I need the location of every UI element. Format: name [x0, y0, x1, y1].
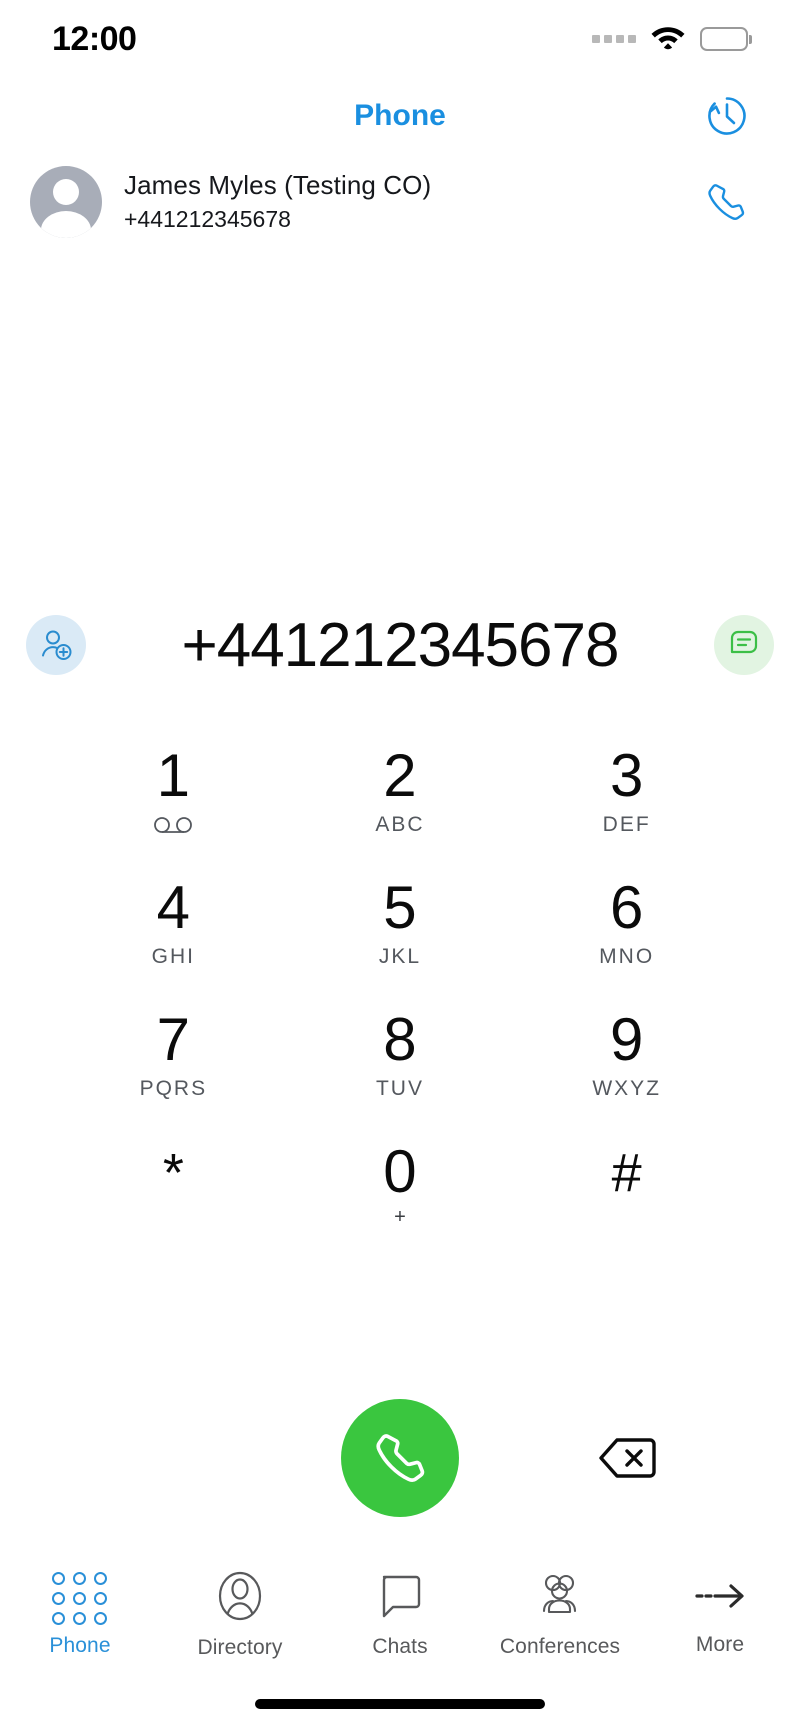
dialpad-key-1[interactable]: 1 — [60, 736, 287, 868]
contact-details: James Myles (Testing CO) +441212345678 — [124, 169, 698, 235]
dialpad-key-star-digit: * — [162, 1143, 184, 1203]
dialpad-key-3-digit: 3 — [609, 742, 644, 809]
home-indicator — [255, 1699, 545, 1709]
tab-phone-label: Phone — [49, 1634, 111, 1657]
dialpad-key-9-digit: 9 — [609, 1006, 644, 1073]
voicemail-icon — [151, 816, 195, 839]
dialpad-key-6-letters: MNO — [599, 945, 655, 968]
dialpad-key-2-letters: ABC — [375, 813, 425, 836]
tab-phone[interactable]: Phone — [0, 1572, 160, 1658]
dialpad-key-7-letters: PQRS — [139, 1077, 208, 1100]
dialpad-key-8-letters: TUV — [375, 1077, 424, 1100]
status-bar: 12:00 — [0, 0, 800, 78]
status-bar-indicators — [591, 23, 752, 55]
call-button[interactable] — [340, 1399, 459, 1517]
dialpad-key-4-digit: 4 — [156, 874, 191, 941]
contact-name: James Myles (Testing CO) — [124, 170, 432, 201]
add-contact-icon[interactable] — [26, 615, 86, 675]
chat-bubble-icon — [376, 1571, 424, 1626]
tab-directory[interactable]: Directory — [160, 1570, 320, 1660]
tab-chats[interactable]: Chats — [320, 1571, 480, 1659]
dialpad-key-3[interactable]: 3 DEF — [513, 736, 740, 868]
nav-bar: Phone — [0, 78, 800, 154]
tab-chats-label: Chats — [372, 1635, 428, 1658]
dialpad-key-6[interactable]: 6 MNO — [513, 868, 740, 1000]
person-outline-icon — [216, 1570, 264, 1627]
dialpad-key-8-digit: 8 — [383, 1006, 417, 1073]
tab-directory-label: Directory — [197, 1636, 283, 1659]
signal-dots-icon — [591, 35, 636, 43]
dialpad-key-7[interactable]: 7 PQRS — [60, 1000, 287, 1132]
dialpad-key-hash[interactable]: # — [513, 1132, 740, 1264]
dialpad-action-row — [0, 1393, 800, 1523]
phone-handset-icon — [376, 1434, 425, 1482]
dialpad-key-0-digit: 0 — [383, 1138, 417, 1205]
dialpad-key-9-letters: WXYZ — [592, 1077, 661, 1100]
arrow-right-dashed-icon — [693, 1573, 747, 1624]
backspace-delete-icon[interactable] — [513, 1435, 740, 1481]
dialpad-key-7-digit: 7 — [156, 1006, 191, 1073]
dialpad-key-2[interactable]: 2 ABC — [287, 736, 514, 868]
phone-handset-icon[interactable] — [698, 174, 754, 230]
dialpad-key-3-letters: DEF — [602, 813, 651, 836]
dialpad-key-4-letters: GHI — [151, 945, 195, 968]
person-avatar-icon — [30, 166, 102, 238]
dialpad-key-2-digit: 2 — [383, 742, 417, 809]
dialpad-key-5-letters: JKL — [378, 945, 422, 968]
page-title: Phone — [354, 99, 446, 132]
dialpad-key-5[interactable]: 5 JKL — [287, 868, 514, 1000]
call-history-clock-icon[interactable] — [700, 89, 754, 143]
dialpad-key-0-plus: + — [394, 1206, 406, 1228]
wifi-icon — [650, 23, 686, 55]
tab-conferences[interactable]: Conferences — [480, 1571, 640, 1659]
dialpad: 1 2 ABC 3 DEF 4 GHI 5 JKL 6 MNO 7 PQRS 8… — [0, 736, 800, 1264]
status-bar-time: 12:00 — [52, 19, 137, 58]
dialpad-key-0[interactable]: 0 + — [287, 1132, 514, 1264]
dialed-number-area: +441212345678 — [0, 604, 800, 686]
tab-more[interactable]: More — [640, 1573, 800, 1657]
dialpad-key-1-digit: 1 — [156, 742, 191, 809]
keypad-dots-icon — [52, 1572, 108, 1625]
dialpad-key-6-digit: 6 — [609, 874, 644, 941]
dialpad-key-star[interactable]: * — [60, 1132, 287, 1264]
group-people-icon — [532, 1571, 588, 1626]
dialpad-key-hash-digit: # — [611, 1143, 642, 1203]
contact-result-row[interactable]: James Myles (Testing CO) +441212345678 — [0, 154, 800, 250]
dialpad-key-4[interactable]: 4 GHI — [60, 868, 287, 1000]
bottom-tab-bar: Phone Directory Chats Conferences More — [0, 1559, 800, 1671]
contact-number: +441212345678 — [124, 205, 291, 232]
battery-full-icon — [699, 27, 752, 51]
tab-more-label: More — [695, 1633, 745, 1656]
dialpad-key-8[interactable]: 8 TUV — [287, 1000, 514, 1132]
dialpad-key-9[interactable]: 9 WXYZ — [513, 1000, 740, 1132]
tab-conferences-label: Conferences — [499, 1635, 621, 1658]
message-bubble-icon[interactable] — [714, 615, 774, 675]
dialpad-key-5-digit: 5 — [383, 874, 417, 941]
dialed-number: +441212345678 — [181, 610, 620, 680]
